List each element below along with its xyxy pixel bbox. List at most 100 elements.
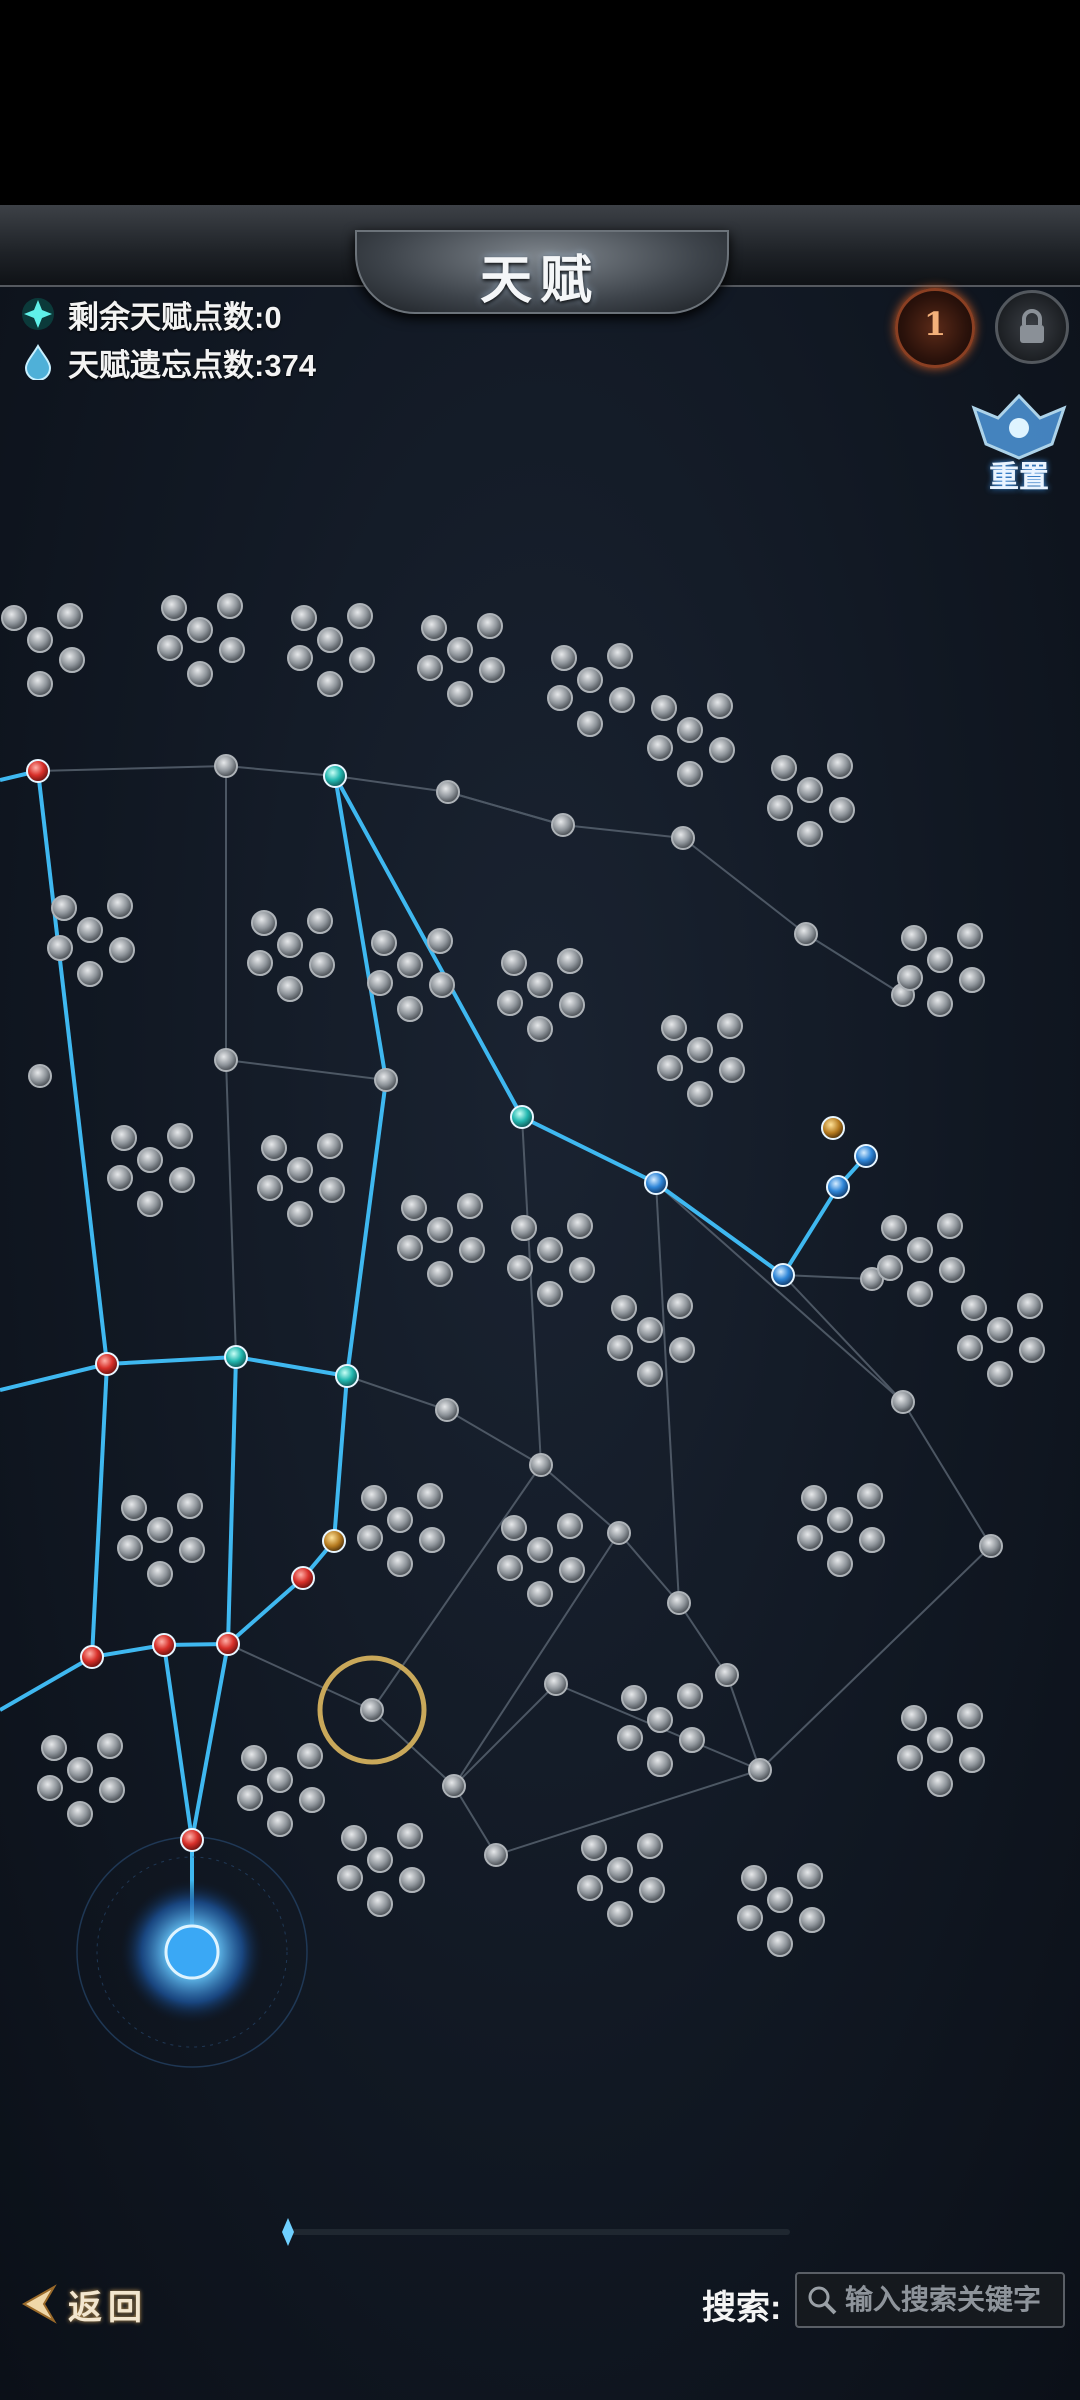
- talent-node[interactable]: [771, 755, 797, 781]
- talent-node[interactable]: [317, 1133, 343, 1159]
- talent-node[interactable]: [147, 1561, 173, 1587]
- talent-node[interactable]: [671, 826, 695, 850]
- talent-node[interactable]: [537, 1237, 563, 1263]
- talent-node[interactable]: [907, 1281, 933, 1307]
- talent-node[interactable]: [607, 1901, 633, 1927]
- talent-node[interactable]: [679, 1727, 705, 1753]
- talent-node[interactable]: [41, 1735, 67, 1761]
- talent-node[interactable]: [427, 1261, 453, 1287]
- talent-node[interactable]: [28, 1064, 52, 1088]
- talent-node[interactable]: [401, 1195, 427, 1221]
- talent-node[interactable]: [177, 1493, 203, 1519]
- talent-node[interactable]: [99, 1777, 125, 1803]
- talent-node[interactable]: [435, 1398, 459, 1422]
- talent-node[interactable]: [829, 797, 855, 823]
- talent-node[interactable]: [551, 645, 577, 671]
- talent-node[interactable]: [677, 717, 703, 743]
- talent-node[interactable]: [237, 1785, 263, 1811]
- talent-nodes[interactable]: [1, 593, 1045, 1957]
- talent-node[interactable]: [567, 1213, 593, 1239]
- talent-node[interactable]: [371, 930, 397, 956]
- talent-node[interactable]: [67, 1801, 93, 1827]
- talent-node[interactable]: [152, 1633, 176, 1657]
- talent-node[interactable]: [859, 1527, 885, 1553]
- talent-node[interactable]: [77, 917, 103, 943]
- talent-node[interactable]: [167, 1123, 193, 1149]
- talent-node[interactable]: [797, 821, 823, 847]
- talent-node[interactable]: [957, 923, 983, 949]
- talent-node[interactable]: [927, 991, 953, 1017]
- talent-node[interactable]: [637, 1833, 663, 1859]
- talent-node[interactable]: [291, 605, 317, 631]
- talent-node[interactable]: [179, 1537, 205, 1563]
- talent-node[interactable]: [901, 1705, 927, 1731]
- talent-node[interactable]: [51, 895, 77, 921]
- talent-node[interactable]: [687, 1037, 713, 1063]
- talent-node[interactable]: [337, 1865, 363, 1891]
- talent-node[interactable]: [507, 1255, 533, 1281]
- talent-node[interactable]: [367, 970, 393, 996]
- talent-node[interactable]: [797, 1525, 823, 1551]
- talent-node[interactable]: [241, 1745, 267, 1771]
- talent-node[interactable]: [607, 1335, 633, 1361]
- talent-node[interactable]: [77, 961, 103, 987]
- talent-node[interactable]: [323, 764, 347, 788]
- talent-node[interactable]: [67, 1757, 93, 1783]
- talent-node[interactable]: [897, 1745, 923, 1771]
- talent-node[interactable]: [797, 1863, 823, 1889]
- reset-button-label[interactable]: 重置: [968, 452, 1070, 496]
- talent-node[interactable]: [387, 1551, 413, 1577]
- talent-node[interactable]: [111, 1125, 137, 1151]
- talent-node[interactable]: [527, 1537, 553, 1563]
- talent-node[interactable]: [479, 657, 505, 683]
- talent-node[interactable]: [709, 737, 735, 763]
- talent-node[interactable]: [527, 972, 553, 998]
- talent-node[interactable]: [419, 1527, 445, 1553]
- search-box[interactable]: [795, 2272, 1065, 2328]
- talent-node[interactable]: [826, 1175, 850, 1199]
- talent-node[interactable]: [107, 893, 133, 919]
- talent-node[interactable]: [27, 627, 53, 653]
- talent-node[interactable]: [577, 1875, 603, 1901]
- talent-node[interactable]: [607, 1857, 633, 1883]
- talent-node[interactable]: [1017, 1293, 1043, 1319]
- talent-node[interactable]: [1019, 1337, 1045, 1363]
- talent-node[interactable]: [617, 1725, 643, 1751]
- talent-node[interactable]: [637, 1317, 663, 1343]
- scroll-track[interactable]: [290, 2229, 790, 2235]
- talent-node[interactable]: [457, 1193, 483, 1219]
- talent-node[interactable]: [957, 1703, 983, 1729]
- talent-node[interactable]: [559, 1557, 585, 1583]
- talent-node[interactable]: [901, 925, 927, 951]
- talent-node[interactable]: [137, 1147, 163, 1173]
- talent-node[interactable]: [657, 1055, 683, 1081]
- talent-node[interactable]: [959, 1747, 985, 1773]
- talent-node[interactable]: [827, 1551, 853, 1577]
- talent-node[interactable]: [397, 1235, 423, 1261]
- talent-node[interactable]: [219, 637, 245, 663]
- talent-node[interactable]: [109, 937, 135, 963]
- talent-node[interactable]: [397, 1823, 423, 1849]
- talent-node[interactable]: [459, 1237, 485, 1263]
- talent-node[interactable]: [436, 780, 460, 804]
- talent-node[interactable]: [877, 1255, 903, 1281]
- talent-node[interactable]: [1, 605, 27, 631]
- talent-node[interactable]: [361, 1485, 387, 1511]
- talent-node[interactable]: [939, 1257, 965, 1283]
- talent-node[interactable]: [961, 1295, 987, 1321]
- talent-node[interactable]: [527, 1581, 553, 1607]
- talent-node[interactable]: [161, 595, 187, 621]
- talent-node[interactable]: [937, 1213, 963, 1239]
- talent-node[interactable]: [374, 1068, 398, 1092]
- talent-node[interactable]: [287, 1201, 313, 1227]
- talent-node[interactable]: [927, 947, 953, 973]
- talent-node[interactable]: [741, 1865, 767, 1891]
- talent-node[interactable]: [107, 1165, 133, 1191]
- talent-node[interactable]: [261, 1135, 287, 1161]
- talent-node[interactable]: [607, 643, 633, 669]
- talent-node[interactable]: [322, 1529, 346, 1553]
- talent-node[interactable]: [484, 1843, 508, 1867]
- talent-node[interactable]: [307, 908, 333, 934]
- talent-node[interactable]: [387, 1507, 413, 1533]
- talent-node[interactable]: [581, 1835, 607, 1861]
